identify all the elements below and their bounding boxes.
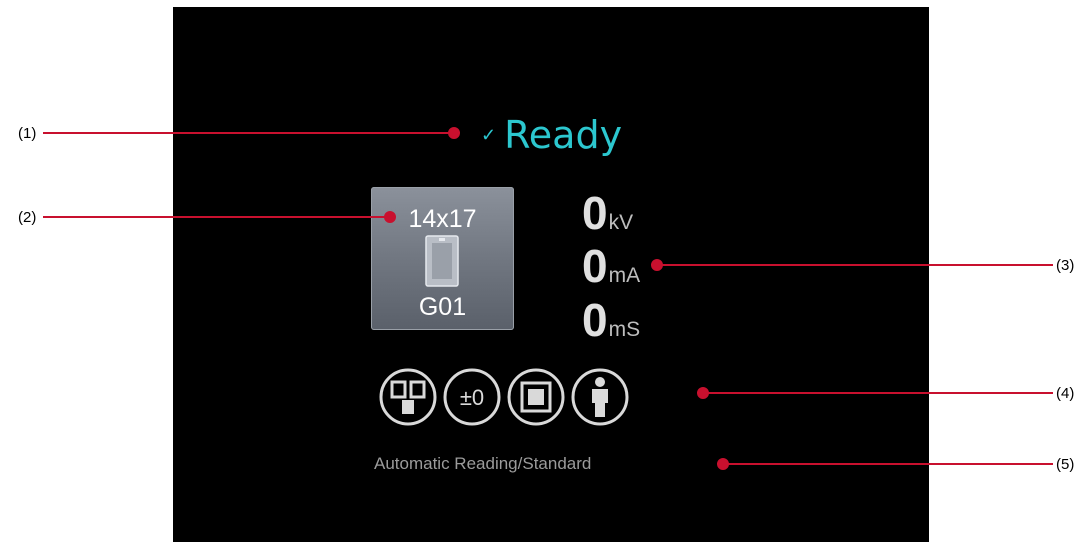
leader-dot-4	[697, 387, 709, 399]
callout-5: (5)	[1056, 456, 1075, 473]
leader-dot-3	[651, 259, 663, 271]
annotation-lines	[43, 127, 1053, 470]
callout-3: (3)	[1056, 257, 1075, 274]
leader-dot-2	[384, 211, 396, 223]
leader-dot-5	[717, 458, 729, 470]
callout-4: (4)	[1056, 385, 1075, 402]
leader-dot-1	[448, 127, 460, 139]
callout-2: (2)	[18, 209, 37, 226]
callout-1: (1)	[18, 125, 37, 142]
